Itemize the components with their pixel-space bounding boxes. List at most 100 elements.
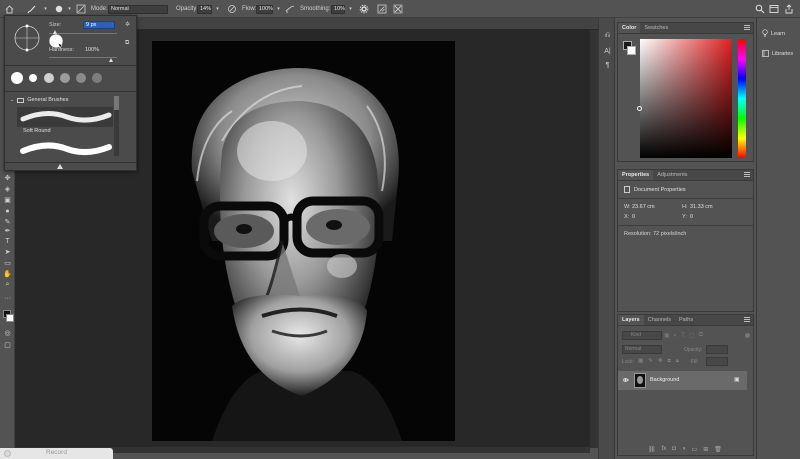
background-color-swatch[interactable] [6,314,14,322]
shape-filter-icon[interactable]: ▢ [689,332,695,339]
path-selection-icon[interactable]: ➤ [2,247,13,257]
tab-properties[interactable]: Properties [618,170,654,180]
width-value[interactable]: 23.67 cm [632,204,655,210]
tab-channels[interactable]: Channels [644,315,675,325]
libraries-button[interactable]: Libraries [757,46,800,62]
type-filter-icon[interactable]: T [681,333,685,339]
layer-filter-dropdown[interactable]: Kind [622,331,662,340]
chevron-down-icon[interactable]: ⌄ [10,97,14,103]
flow-field[interactable]: 100% [256,3,273,15]
type-tool-icon[interactable]: T [2,236,13,246]
gradient-tool-icon[interactable]: ▣ [2,195,13,205]
home-icon[interactable] [4,3,15,15]
hardness-value[interactable]: 100% [85,47,99,53]
mask-icon[interactable]: ◘ [672,446,676,453]
lock-pixels-icon[interactable]: ▦ [638,358,643,365]
size-field[interactable]: 9 px [83,21,115,29]
background-color-chip[interactable] [627,46,636,55]
hardness-slider-track[interactable] [49,57,117,58]
pressure-size-icon[interactable] [376,3,387,15]
share-icon[interactable] [783,3,794,15]
brush-item[interactable] [17,137,113,159]
zoom-tool-icon[interactable]: ⌕ [2,280,13,290]
color-field[interactable] [640,39,732,158]
airbrush-icon[interactable] [285,3,296,15]
symmetry-icon[interactable] [392,3,403,15]
hand-tool-icon[interactable]: ✋ [2,269,13,279]
tab-layers[interactable]: Layers [618,315,644,325]
image-filter-icon[interactable]: ▣ [664,332,670,339]
paragraph-icon[interactable]: ¶ [602,60,613,71]
screen-mode-icon[interactable]: ▢ [2,340,13,350]
record-bar[interactable]: Record [0,448,113,459]
group-icon[interactable]: ▭ [692,446,698,453]
hue-slider[interactable] [738,39,746,158]
brush-settings-icon[interactable] [75,3,86,15]
fill-field[interactable] [706,357,728,366]
hardness-slider-thumb[interactable] [109,58,113,62]
mode-value[interactable]: Normal [108,4,168,14]
search-icon[interactable] [754,3,765,15]
trash-icon[interactable]: 🗑︎ [714,446,722,453]
blend-mode-dropdown[interactable]: Normal [622,345,662,354]
learn-button[interactable]: Learn [757,26,800,42]
character-icon[interactable]: A| [602,46,613,57]
smart-filter-icon[interactable]: ⧉ [699,332,703,339]
color-picker-ring[interactable] [637,106,642,111]
lock-artboard-icon[interactable]: ⧈ [667,358,671,365]
x-value[interactable]: 0 [632,214,635,220]
filter-toggle-icon[interactable] [745,333,750,338]
new-preset-icon[interactable]: ⧉ [125,40,132,46]
workspace-icon[interactable] [768,3,779,15]
panel-menu-icon[interactable] [744,25,750,30]
layer-opacity-field[interactable] [706,345,728,354]
new-layer-icon[interactable]: ⊞ [703,446,708,453]
layer-row-background[interactable]: Background ▣ [618,371,747,390]
layer-name[interactable]: Background [650,377,679,383]
dodge-tool-icon[interactable]: ● [2,206,13,216]
flow-value[interactable]: 100% [256,4,273,14]
pressure-opacity-icon[interactable] [226,3,237,15]
brush-group-header[interactable]: ⌄ General Brushes [10,96,68,104]
chevron-down-icon[interactable]: ▾ [212,3,223,15]
fx-icon[interactable]: fx [662,446,667,453]
lock-position-icon[interactable]: ✥ [658,358,663,365]
chevron-down-icon[interactable]: ▾ [345,3,356,15]
tab-adjustments[interactable]: Adjustments [653,170,691,180]
tab-color[interactable]: Color [618,23,641,33]
vertical-scrollbar[interactable] [590,30,598,448]
smoothing-value[interactable]: 10% [331,4,345,14]
pen-tool-icon[interactable]: ✒ [2,226,13,236]
chevron-down-icon[interactable]: ▾ [273,3,284,15]
recent-brushes-row[interactable] [9,70,119,86]
record-icon[interactable] [4,450,11,457]
history-icon[interactable]: ⎌ [602,30,613,41]
height-value[interactable]: 31.33 cm [690,204,713,210]
smoothing-field[interactable]: 10% [331,3,345,15]
lock-paint-icon[interactable]: ✎ [648,358,653,365]
panel-menu-icon[interactable] [744,317,750,322]
move-tool-icon[interactable]: ✥ [2,173,13,183]
quick-mask-icon[interactable]: ◎ [2,328,13,338]
mode-dropdown[interactable]: Normal [108,3,168,15]
image-canvas[interactable] [152,41,455,441]
size-slider-thumb[interactable] [53,30,57,34]
brush-item-selected[interactable] [17,107,113,127]
gear-icon[interactable]: ✲ [125,22,131,28]
chevron-down-icon[interactable]: ▾ [40,3,51,15]
lock-all-icon[interactable]: 🔒︎ [676,358,679,365]
brush-list-scrollbar[interactable] [114,96,119,156]
tab-paths[interactable]: Paths [675,315,697,325]
y-value[interactable]: 0 [690,214,693,220]
opacity-field[interactable]: 14% [197,3,212,15]
preview-size-thumb[interactable] [57,164,63,169]
link-icon[interactable]: ⛓︎ [648,446,656,453]
size-slider-track[interactable] [49,33,117,34]
opacity-value[interactable]: 14% [197,4,212,14]
paint-bucket-tool-icon[interactable]: ◈ [2,184,13,194]
gear-icon[interactable] [358,3,369,15]
eye-icon[interactable] [622,377,629,383]
more-tools-icon[interactable]: ··· [2,293,13,303]
adjustment-icon[interactable]: ◑ [682,446,686,453]
panel-menu-icon[interactable] [744,172,750,177]
